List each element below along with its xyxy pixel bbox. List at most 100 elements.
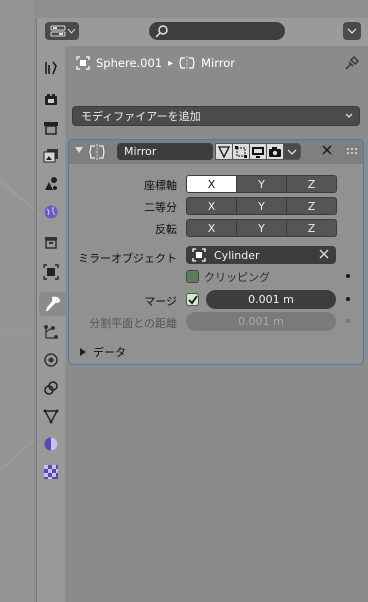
object-icon [76, 56, 90, 70]
render-toggle[interactable] [266, 143, 284, 160]
checkmark-icon [187, 294, 198, 304]
search-input[interactable] [149, 22, 285, 40]
chevron-down-icon [345, 113, 353, 118]
collection-icon [45, 237, 57, 249]
monitor-icon [252, 146, 264, 158]
modifier-name-field[interactable]: Mirror [117, 143, 213, 160]
properties-editor: Sphere.001 ▸ Mirror モディファイアーを追加 Mirror 座… [36, 18, 368, 602]
axis-toggle-group: X Y Z [186, 175, 337, 193]
clear-icon[interactable] [318, 248, 330, 260]
editor-type-button[interactable] [45, 22, 79, 40]
mirror-modifier-icon [89, 144, 105, 160]
flip-x-toggle[interactable]: X [186, 219, 237, 237]
axis-z-toggle[interactable]: Z [286, 175, 337, 193]
mirror-object-label: ミラーオブジェクト [78, 252, 177, 265]
tab-render[interactable] [39, 88, 63, 112]
tab-view-layer[interactable] [39, 144, 63, 168]
flip-z-toggle[interactable]: Z [286, 219, 337, 237]
edit-mode-triangle-icon [218, 145, 230, 158]
tab-texture[interactable] [39, 460, 63, 484]
tab-particles[interactable] [39, 320, 63, 344]
wrench-icon [45, 296, 60, 312]
flip-y-toggle[interactable]: Y [236, 219, 287, 237]
search-icon [155, 25, 168, 38]
axis-label: 座標軸 [144, 179, 177, 192]
merge-distance-field[interactable]: 0.001 m [206, 290, 336, 309]
flip-label: 反転 [155, 223, 177, 236]
axis-x-toggle[interactable]: X [186, 175, 237, 193]
tool-icon [45, 61, 57, 75]
breadcrumb-separator: ▸ [168, 57, 174, 69]
modifier-properties-content: Sphere.001 ▸ Mirror モディファイアーを追加 Mirror 座… [66, 46, 368, 602]
mesh-data-icon [43, 409, 59, 424]
clipping-label: クリッピング [204, 271, 270, 284]
mirror-object-value: Cylinder [214, 248, 260, 262]
tab-constraints[interactable] [39, 376, 63, 400]
tab-collection[interactable] [39, 230, 63, 254]
edit-mode-icon [235, 145, 247, 158]
merge-keyframe-dot[interactable] [346, 297, 350, 301]
bisect-distance-label: 分割平面との距離 [89, 317, 177, 330]
pin-icon [345, 56, 359, 70]
output-icon [44, 122, 58, 135]
chevron-down-icon [347, 28, 357, 34]
flip-toggle-group: X Y Z [186, 219, 337, 237]
axis-y-toggle[interactable]: Y [236, 175, 287, 193]
data-subpanel-header[interactable]: データ [79, 344, 126, 360]
breadcrumb: Sphere.001 ▸ Mirror [76, 54, 235, 72]
tab-modifiers[interactable] [39, 292, 66, 316]
merge-label: マージ [144, 295, 177, 308]
3d-viewport-edge[interactable] [0, 0, 34, 602]
bisect-x-toggle[interactable]: X [186, 197, 237, 215]
modifier-extras-dropdown[interactable] [283, 143, 301, 160]
breadcrumb-object-name: Sphere.001 [96, 56, 163, 70]
tab-output[interactable] [39, 116, 63, 140]
editor-header [37, 18, 368, 46]
tab-object[interactable] [39, 260, 63, 284]
tab-data[interactable] [39, 404, 63, 428]
add-modifier-label: モディファイアーを追加 [81, 110, 201, 123]
texture-icon [44, 465, 58, 479]
tab-scene[interactable] [39, 172, 63, 196]
close-icon[interactable] [321, 144, 333, 156]
tab-material[interactable] [39, 432, 63, 456]
properties-editor-icon [50, 25, 65, 37]
bisect-y-toggle[interactable]: Y [236, 197, 287, 215]
options-dropdown-button[interactable] [343, 22, 361, 40]
constraints-icon [44, 381, 58, 395]
pin-button[interactable] [345, 56, 359, 73]
clipping-checkbox[interactable] [186, 270, 199, 283]
bisect-z-toggle[interactable]: Z [286, 197, 337, 215]
world-icon [44, 205, 58, 219]
bisect-toggle-group: X Y Z [186, 197, 337, 215]
particles-icon [44, 325, 58, 339]
material-icon [44, 437, 58, 451]
tab-world[interactable] [39, 200, 63, 224]
chevron-down-icon [67, 28, 75, 34]
view-layer-icon [43, 149, 58, 163]
bisect-distance-field[interactable]: 0.001 m [186, 312, 336, 331]
collapse-arrow-icon[interactable] [75, 146, 83, 154]
merge-checkbox[interactable] [186, 293, 199, 306]
bisect-distance-keyframe-dot[interactable] [346, 319, 350, 323]
clipping-keyframe-dot[interactable] [346, 274, 350, 278]
modifier-panel-header[interactable]: Mirror [69, 140, 363, 164]
scene-icon [45, 177, 57, 190]
add-modifier-dropdown[interactable]: モディファイアーを追加 [72, 106, 360, 126]
edit-mode-toggle[interactable] [232, 143, 250, 160]
expand-arrow-icon [80, 348, 86, 356]
tab-tool[interactable] [39, 56, 63, 80]
breadcrumb-modifier-name: Mirror [201, 56, 236, 70]
mirror-modifier-icon [179, 56, 195, 70]
properties-tab-bar [37, 46, 66, 602]
bisect-label: 二等分 [144, 201, 177, 214]
physics-icon [44, 353, 58, 367]
mirror-modifier-panel: Mirror 座標軸 X Y Z 二等分 X Y Z 反転 X Y Z ミラーオ… [68, 139, 364, 365]
tab-physics[interactable] [39, 348, 63, 372]
drag-handle-icon[interactable] [347, 148, 357, 154]
mirror-object-field[interactable]: Cylinder [186, 246, 336, 264]
edit-cage-toggle[interactable] [215, 143, 233, 160]
viewport-display-toggle[interactable] [249, 143, 267, 160]
render-icon [45, 94, 57, 105]
object-icon [43, 264, 59, 280]
